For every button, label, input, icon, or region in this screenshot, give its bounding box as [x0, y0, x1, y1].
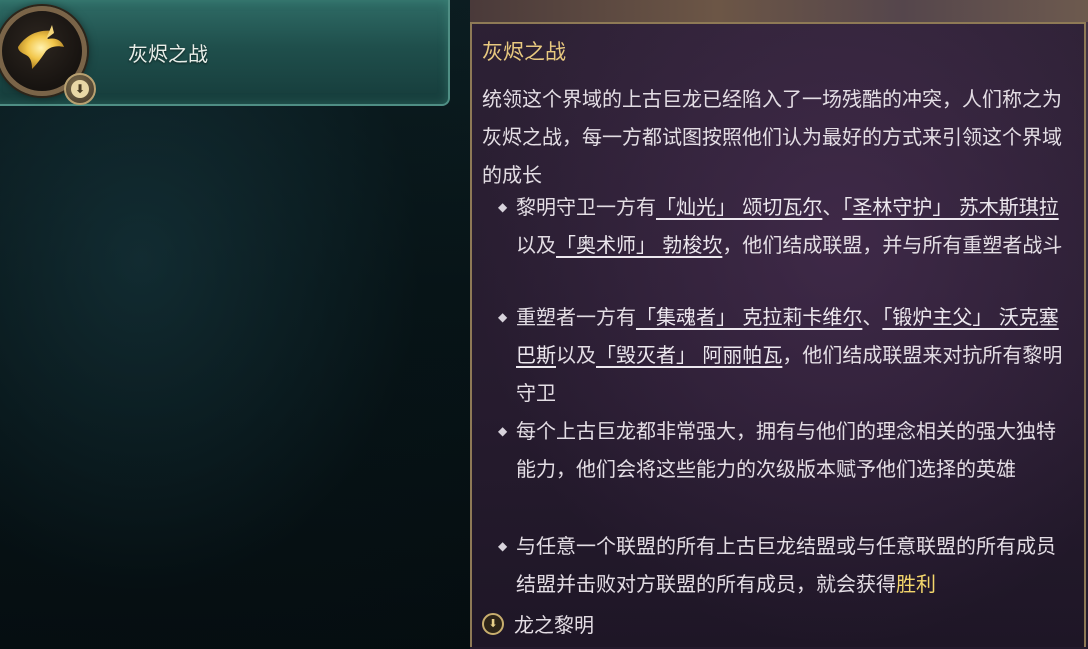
bullet-text: ，他们结成联盟，并与所有重塑者战斗 — [722, 233, 1063, 257]
realm-list-item-selected[interactable]: ⬇ 灰烬之战 — [0, 0, 450, 106]
dragon-link-radiant[interactable]: 「灿光」 颂切瓦尔 — [656, 195, 822, 219]
tooltip-bullet-dawn-guard: ◆ 黎明守卫一方有「灿光」 颂切瓦尔、「圣林守护」 苏木斯琪拉以及「奥术师」 勃梭… — [498, 188, 1070, 264]
victory-keyword: 胜利 — [896, 572, 936, 596]
bullet-text: 黎明守卫一方有 — [516, 195, 656, 219]
game-screen: ⬇ 灰烬之战 灰烬之战 统领这个界域的上古巨龙已经陷入了一场残酷的冲突，人们称之… — [0, 0, 1088, 649]
bullet-text: 每个上古巨龙都非常强大，拥有与他们的理念相关的强大独特能力，他们会将这些能力的次… — [516, 419, 1056, 481]
tooltip-intro: 统领这个界域的上古巨龙已经陷入了一场残酷的冲突，人们称之为灰烬之战，每一方都试图… — [482, 87, 1062, 187]
dragon-link-soulcatcher[interactable]: 「集魂者」 克拉莉卡维尔 — [636, 305, 862, 329]
bullet-diamond-icon: ◆ — [498, 310, 508, 324]
tooltip-bullet-reshapers: ◆ 重塑者一方有「集魂者」 克拉莉卡维尔、「锻炉主父」 沃克塞巴斯以及「毁灭者」 … — [498, 298, 1070, 412]
download-arrow-icon: ⬇ — [482, 612, 504, 635]
bullet-diamond-icon: ◆ — [498, 200, 508, 214]
tooltip-bullet-dragon-powers: ◆ 每个上古巨龙都非常强大，拥有与他们的理念相关的强大独特能力，他们会将这些能力的… — [498, 412, 1070, 488]
realm-item-title: 灰烬之战 — [128, 42, 208, 66]
realm-tooltip: 灰烬之战 统领这个界域的上古巨龙已经陷入了一场残酷的冲突，人们称之为灰烬之战，每… — [470, 22, 1086, 647]
bullet-diamond-icon: ◆ — [498, 539, 508, 553]
download-arrow-icon: ⬇ — [71, 80, 89, 98]
bullet-text: 、 — [822, 195, 843, 219]
realm-download-badge[interactable]: ⬇ — [64, 73, 96, 105]
tooltip-footer: ⬇ 龙之黎明 — [482, 609, 594, 638]
dragon-link-destroyer[interactable]: 「毁灭者」 阿丽帕瓦 — [596, 343, 782, 367]
tooltip-title: 灰烬之战 — [482, 40, 566, 64]
bullet-diamond-icon: ◆ — [498, 424, 508, 438]
bullet-text: 重塑者一方有 — [516, 305, 636, 329]
bullet-text: 以及 — [516, 233, 556, 257]
dragon-link-arcanist[interactable]: 「奥术师」 勃梭坎 — [556, 233, 722, 257]
footer-label: 龙之黎明 — [514, 613, 594, 637]
background-scenery-strip — [470, 0, 1088, 22]
bullet-text: 以及 — [556, 343, 596, 367]
bullet-text: 与任意一个联盟的所有上古巨龙结盟或与任意联盟的所有成员结盟并击败对方联盟的所有成… — [516, 534, 1056, 596]
dragon-link-grove-guardian[interactable]: 「圣林守护」 苏木斯琪拉 — [842, 195, 1058, 219]
tooltip-bullet-victory-condition: ◆ 与任意一个联盟的所有上古巨龙结盟或与任意联盟的所有成员结盟并击败对方联盟的所有… — [498, 527, 1070, 603]
bullet-text: 、 — [862, 305, 883, 329]
